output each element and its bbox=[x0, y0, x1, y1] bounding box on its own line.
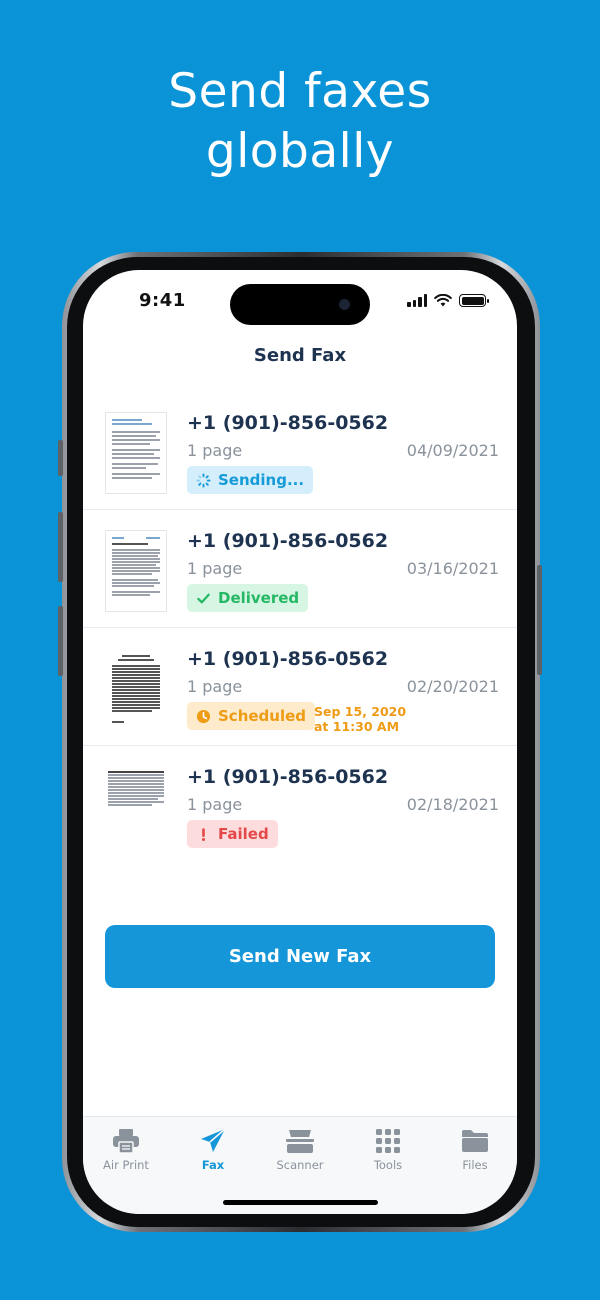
fax-date: 03/16/2021 bbox=[406, 559, 499, 578]
folder-icon bbox=[462, 1130, 488, 1152]
page-count: 1 page bbox=[187, 677, 243, 696]
battery-icon bbox=[459, 294, 489, 307]
status-label: Failed bbox=[218, 825, 269, 843]
tab-fax[interactable]: Fax bbox=[173, 1127, 253, 1172]
action-button bbox=[58, 440, 63, 476]
fax-list: +1 (901)-856-0562 1 page 04/09/2021 Send… bbox=[83, 392, 517, 864]
fax-number: +1 (901)-856-0562 bbox=[187, 530, 389, 552]
tab-label: Files bbox=[462, 1158, 488, 1172]
status-badge-failed: Failed bbox=[187, 820, 278, 848]
headline-line-2: globally bbox=[205, 124, 395, 179]
fax-number: +1 (901)-856-0562 bbox=[187, 766, 389, 788]
page-title: Send Fax bbox=[253, 345, 347, 366]
paper-plane-icon bbox=[201, 1128, 226, 1152]
status-label: Delivered bbox=[218, 589, 300, 607]
tab-tools[interactable]: Tools bbox=[348, 1127, 428, 1172]
wifi-icon bbox=[434, 294, 452, 307]
status-badge-scheduled: Scheduled bbox=[187, 702, 316, 730]
status-label: Scheduled bbox=[218, 707, 307, 725]
document-thumbnail bbox=[105, 412, 167, 494]
tab-scanner[interactable]: Scanner bbox=[260, 1127, 340, 1172]
document-thumbnail bbox=[105, 648, 167, 730]
document-thumbnail bbox=[105, 766, 167, 848]
page-count: 1 page bbox=[187, 559, 243, 578]
tab-label: Tools bbox=[373, 1158, 403, 1172]
tab-air-print[interactable]: Air Print bbox=[86, 1127, 166, 1172]
cellular-signal-icon bbox=[407, 294, 427, 307]
page-count: 1 page bbox=[187, 795, 243, 814]
scheduled-time: at 11:30 AM bbox=[314, 719, 400, 734]
scheduled-date: Sep 15, 2020 bbox=[314, 704, 407, 719]
fax-item[interactable]: +1 (901)-856-0562 1 page 03/16/2021 Deli… bbox=[83, 510, 517, 628]
fax-number: +1 (901)-856-0562 bbox=[187, 648, 389, 670]
tab-files[interactable]: Files bbox=[435, 1127, 515, 1172]
fax-date: 02/18/2021 bbox=[406, 795, 499, 814]
home-indicator bbox=[223, 1200, 378, 1205]
printer-icon bbox=[113, 1129, 139, 1154]
headline-line-1: Send faxes bbox=[168, 64, 432, 119]
fax-item[interactable]: +1 (901)-856-0562 1 page 02/18/2021 Fail… bbox=[83, 746, 517, 864]
fax-item[interactable]: +1 (901)-856-0562 1 page 02/20/2021 Sche… bbox=[83, 628, 517, 746]
document-thumbnail bbox=[105, 530, 167, 612]
status-icons bbox=[407, 294, 489, 307]
scheduled-datetime: Sep 15, 2020 at 11:30 AM bbox=[314, 704, 406, 734]
tab-label: Air Print bbox=[103, 1158, 149, 1172]
spinner-icon bbox=[196, 472, 211, 488]
power-button bbox=[537, 565, 542, 675]
fax-date: 02/20/2021 bbox=[406, 677, 499, 696]
exclamation-icon bbox=[202, 827, 205, 841]
status-label: Sending... bbox=[218, 471, 305, 489]
send-new-fax-button[interactable]: Send New Fax bbox=[105, 925, 495, 988]
clock-icon bbox=[196, 709, 211, 723]
dynamic-island bbox=[230, 284, 370, 325]
phone-screen: 9:41 Send Fax +1 (901)-856-0562 1 page 0… bbox=[83, 270, 517, 1214]
tab-label: Scanner bbox=[276, 1158, 324, 1172]
status-badge-delivered: Delivered bbox=[187, 584, 309, 612]
camera-icon bbox=[339, 299, 350, 310]
status-time: 9:41 bbox=[139, 290, 186, 311]
promo-headline: Send faxes globally bbox=[0, 62, 600, 182]
fax-number: +1 (901)-856-0562 bbox=[187, 412, 389, 434]
fax-date: 04/09/2021 bbox=[406, 441, 499, 460]
checkmark-icon bbox=[197, 593, 210, 603]
scanner-icon bbox=[286, 1130, 314, 1153]
status-badge-sending: Sending... bbox=[187, 466, 314, 494]
fax-item[interactable]: +1 (901)-856-0562 1 page 04/09/2021 Send… bbox=[83, 392, 517, 510]
page-count: 1 page bbox=[187, 441, 243, 460]
grid-icon bbox=[376, 1129, 400, 1153]
volume-up-button bbox=[58, 512, 63, 582]
tab-label: Fax bbox=[201, 1158, 225, 1172]
volume-down-button bbox=[58, 606, 63, 676]
